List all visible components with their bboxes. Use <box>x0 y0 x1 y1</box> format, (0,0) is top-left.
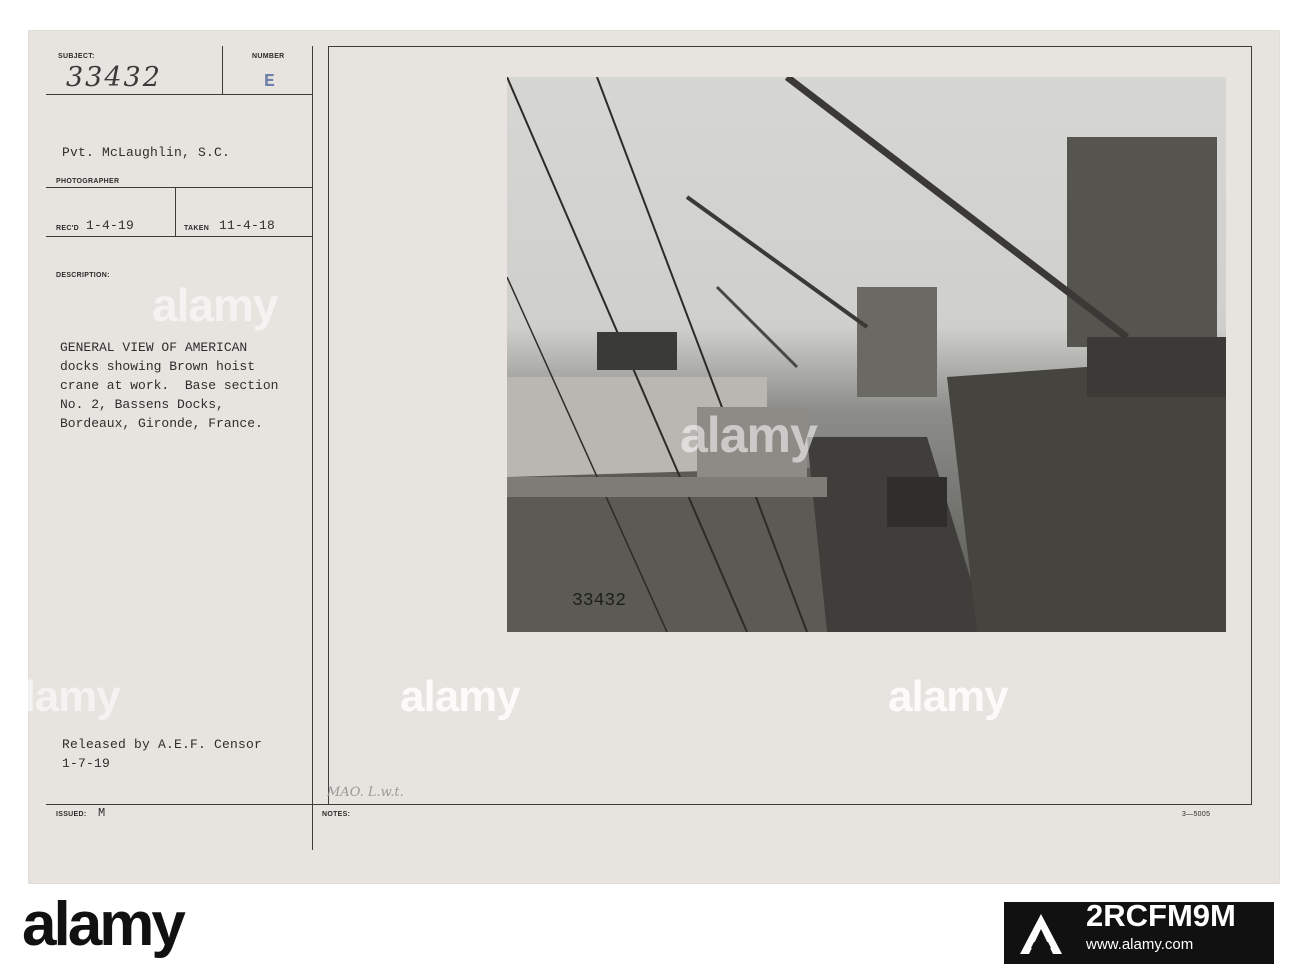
photographer-name: Pvt. McLaughlin, S.C. <box>62 145 231 160</box>
description-line: Bordeaux, Gironde, France. <box>60 416 263 431</box>
watermark: alamy <box>680 407 818 463</box>
recd-date: 1-4-19 <box>86 218 135 233</box>
watermark: alamy <box>0 672 121 721</box>
divider <box>175 187 176 236</box>
released-by: Released by A.E.F. Censor <box>62 737 263 752</box>
watermark: alamy <box>888 672 1009 721</box>
site-url: www.alamy.com <box>1086 936 1194 953</box>
watermark: alamy <box>152 279 278 331</box>
notes-label: NOTES: <box>322 811 351 818</box>
photographer-label: PHOTOGRAPHER <box>56 178 120 185</box>
description-label: DESCRIPTION: <box>56 272 110 279</box>
description-text: GENERAL VIEW OF AMERICAN docks showing B… <box>60 338 330 433</box>
brand-logo: alamy <box>22 890 186 959</box>
divider <box>328 46 1252 47</box>
notes-handwriting: MAO. L.w.t. <box>327 785 404 800</box>
divider <box>46 94 312 95</box>
description-line: docks showing Brown hoist <box>60 359 256 374</box>
photo-stamp-number: 33432 <box>572 591 626 611</box>
divider <box>222 46 223 94</box>
divider <box>312 46 313 850</box>
form-code: 3—5005 <box>1182 811 1211 818</box>
number-letter: E <box>264 72 276 92</box>
subject-label: SUBJECT: <box>58 53 95 60</box>
description-line: crane at work. Base section <box>60 378 279 393</box>
dock-photograph: 33432 <box>507 77 1226 632</box>
description-line: GENERAL VIEW OF AMERICAN <box>60 340 248 355</box>
description-line: No. 2, Bassens Docks, <box>60 397 224 412</box>
image-id: 2RCFM9M <box>1086 898 1236 933</box>
dock-scene-illustration: 33432 <box>507 77 1226 632</box>
divider <box>46 236 312 237</box>
issued-label: ISSUED: <box>56 811 87 818</box>
watermark: alamy <box>400 672 521 721</box>
alamy-a-icon <box>1020 914 1062 954</box>
divider <box>46 804 1252 805</box>
recd-label: REC'D <box>56 225 79 232</box>
subject-number: 33432 <box>66 62 162 93</box>
taken-date: 11-4-18 <box>219 218 276 233</box>
number-label: NUMBER <box>252 53 285 60</box>
divider <box>1251 46 1252 804</box>
issued-value: M <box>98 806 106 820</box>
taken-label: TAKEN <box>184 225 210 232</box>
released-date: 1-7-19 <box>62 756 111 771</box>
divider <box>46 187 312 188</box>
